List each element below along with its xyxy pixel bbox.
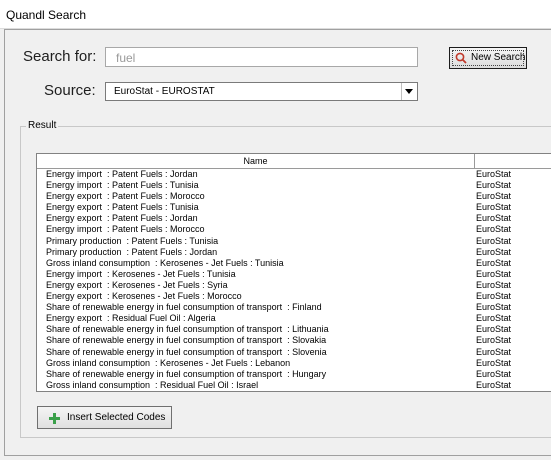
- row-name-cell: Energy export : Patent Fuels : Morocco: [46, 191, 205, 202]
- result-list[interactable]: Name Energy import : Patent Fuels : Jord…: [36, 153, 551, 392]
- row-source-cell: EuroStat: [476, 246, 512, 257]
- table-row[interactable]: Share of renewable energy in fuel consum…: [37, 302, 551, 313]
- table-row[interactable]: Gross inland consumption : Kerosenes - J…: [37, 358, 551, 369]
- row-name-cell: Gross inland consumption : Kerosenes - J…: [46, 257, 284, 268]
- source-dropdown[interactable]: EuroStat - EUROSTAT: [105, 82, 418, 101]
- search-icon: [455, 52, 467, 67]
- title-bar: Quandl Search: [0, 0, 551, 29]
- row-name-cell: Share of renewable energy in fuel consum…: [46, 368, 327, 379]
- row-source-cell: EuroStat: [476, 324, 512, 335]
- table-row[interactable]: Energy import : Kerosenes - Jet Fuels : …: [37, 269, 551, 280]
- table-row[interactable]: Primary production : Patent Fuels : Jord…: [37, 247, 551, 258]
- row-name-cell: Share of renewable energy in fuel consum…: [46, 324, 329, 335]
- table-row[interactable]: Energy import : Patent Fuels : Tunisia Eu…: [37, 180, 551, 191]
- row-source-cell: EuroStat: [476, 257, 512, 268]
- row-name-cell: Energy export : Patent Fuels : Tunisia: [46, 202, 199, 213]
- insert-selected-codes-label: Insert Selected Codes: [67, 412, 166, 423]
- row-source-cell: EuroStat: [476, 169, 512, 179]
- row-source-cell: EuroStat: [476, 235, 512, 246]
- source-label: Source:: [44, 82, 96, 99]
- table-row[interactable]: Energy import : Patent Fuels : Morocco Eu…: [37, 224, 551, 235]
- row-source-cell: EuroStat: [476, 180, 512, 191]
- search-input[interactable]: fuel: [105, 47, 418, 67]
- row-name-cell: Energy export : Kerosenes - Jet Fuels : …: [46, 291, 242, 302]
- table-row[interactable]: Energy export : Kerosenes - Jet Fuels : …: [37, 291, 551, 302]
- quandl-search-dialog: Quandl Search Search for: fuel New Searc…: [0, 0, 551, 460]
- table-row[interactable]: Primary production : Patent Fuels : Tuni…: [37, 236, 551, 247]
- table-row[interactable]: Share of renewable energy in fuel consum…: [37, 324, 551, 335]
- dropdown-arrow-button[interactable]: [401, 83, 417, 100]
- row-name-cell: Primary production : Patent Fuels : Jord…: [46, 246, 218, 257]
- column-header-name[interactable]: Name: [37, 154, 475, 168]
- row-name-cell: Share of renewable energy in fuel consum…: [46, 346, 327, 357]
- row-name-cell: Share of renewable energy in fuel consum…: [46, 302, 322, 313]
- row-name-cell: Energy export : Kerosenes - Jet Fuels : …: [46, 279, 228, 290]
- row-source-cell: EuroStat: [476, 291, 512, 302]
- table-row[interactable]: Energy export : Kerosenes - Jet Fuels : …: [37, 280, 551, 291]
- row-name-cell: Energy import : Patent Fuels : Jordan: [46, 169, 198, 179]
- row-source-cell: EuroStat: [476, 368, 512, 379]
- table-row[interactable]: Energy export : Patent Fuels : Jordan Eur…: [37, 213, 551, 224]
- insert-selected-codes-button[interactable]: Insert Selected Codes: [37, 406, 172, 429]
- row-source-cell: EuroStat: [476, 191, 512, 202]
- window-title: Quandl Search: [6, 8, 87, 22]
- row-source-cell: EuroStat: [476, 379, 512, 390]
- table-row[interactable]: Energy export : Patent Fuels : Morocco Eu…: [37, 191, 551, 202]
- chevron-down-icon: [405, 89, 413, 94]
- row-source-cell: EuroStat: [476, 213, 512, 224]
- new-search-label: New Search: [471, 52, 526, 63]
- table-row[interactable]: Energy export : Patent Fuels : Tunisia Eu…: [37, 202, 551, 213]
- source-selected-value: EuroStat - EUROSTAT: [114, 86, 215, 97]
- search-label: Search for:: [23, 48, 97, 65]
- row-source-cell: EuroStat: [476, 202, 512, 213]
- row-name-cell: Energy export : Patent Fuels : Jordan: [46, 213, 198, 224]
- table-row[interactable]: Energy import : Patent Fuels : Jordan Eur…: [37, 169, 551, 180]
- table-row[interactable]: Gross inland consumption : Residual Fuel…: [37, 380, 551, 391]
- table-row[interactable]: Share of renewable energy in fuel consum…: [37, 347, 551, 358]
- row-source-cell: EuroStat: [476, 302, 512, 313]
- row-name-cell: Share of renewable energy in fuel consum…: [46, 335, 327, 346]
- row-name-cell: Gross inland consumption : Kerosenes - J…: [46, 357, 291, 368]
- list-header: Name: [37, 154, 551, 169]
- row-source-cell: EuroStat: [476, 313, 512, 324]
- result-rows: Energy import : Patent Fuels : Jordan Eur…: [37, 169, 551, 391]
- result-group-label: Result: [26, 120, 59, 131]
- row-name-cell: Primary production : Patent Fuels : Tuni…: [46, 235, 219, 246]
- table-row[interactable]: Gross inland consumption : Kerosenes - J…: [37, 258, 551, 269]
- new-search-button[interactable]: New Search: [449, 47, 527, 69]
- table-row[interactable]: Share of renewable energy in fuel consum…: [37, 369, 551, 380]
- row-source-cell: EuroStat: [476, 268, 512, 279]
- plus-icon: [49, 413, 60, 427]
- row-source-cell: EuroStat: [476, 224, 512, 235]
- row-name-cell: Energy import : Patent Fuels : Tunisia: [46, 180, 199, 191]
- column-header-source[interactable]: [475, 154, 551, 168]
- row-name-cell: Gross inland consumption : Residual Fuel…: [46, 379, 259, 390]
- row-name-cell: Energy export : Residual Fuel Oil : Alge…: [46, 313, 216, 324]
- table-row[interactable]: Energy export : Residual Fuel Oil : Alge…: [37, 313, 551, 324]
- row-source-cell: EuroStat: [476, 346, 512, 357]
- row-source-cell: EuroStat: [476, 279, 512, 290]
- row-name-cell: Energy import : Patent Fuels : Morocco: [46, 224, 205, 235]
- row-name-cell: Energy import : Kerosenes - Jet Fuels : …: [46, 268, 236, 279]
- row-source-cell: EuroStat: [476, 335, 512, 346]
- table-row[interactable]: Share of renewable energy in fuel consum…: [37, 335, 551, 346]
- row-source-cell: EuroStat: [476, 357, 512, 368]
